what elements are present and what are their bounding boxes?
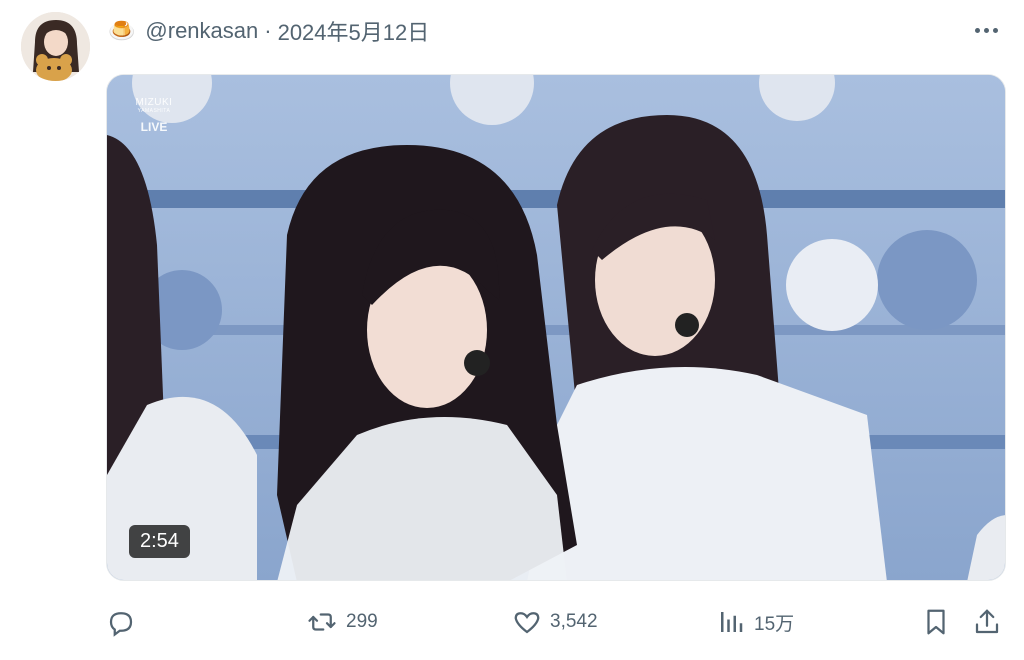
user-handle[interactable]: @renkasan (145, 18, 258, 44)
post-date[interactable]: 2024年5月12日 (278, 15, 430, 47)
watermark-sub: YAMASHITA (137, 108, 171, 114)
views-icon (721, 612, 743, 632)
like-icon (514, 612, 540, 634)
avatar[interactable] (21, 12, 90, 81)
more-options-button[interactable] (970, 16, 1002, 44)
video-player[interactable]: MIZUKI YAMASHITA LIVE 2:54 (106, 74, 1006, 581)
share-icon (975, 609, 999, 634)
tweet-header: 🍮 @renkasan · 2024年5月12日 (108, 14, 429, 48)
video-frame (107, 75, 1005, 580)
bookmark-button[interactable] (921, 604, 951, 640)
more-icon (974, 27, 980, 33)
views-count: 15万 (754, 613, 795, 635)
watermark-live: LIVE (140, 120, 168, 134)
reply-icon (109, 612, 133, 637)
pudding-emoji: 🍮 (108, 18, 136, 43)
avatar-image (21, 12, 90, 81)
watermark-brand: MIZUKI (135, 97, 173, 108)
like-button[interactable]: 3,542 (512, 604, 598, 640)
like-count: 3,542 (550, 611, 598, 632)
retweet-count: 299 (346, 611, 378, 632)
views-button[interactable]: 15万 (716, 604, 794, 640)
video-duration-badge: 2:54 (129, 525, 190, 558)
meta-separator: · (264, 18, 272, 43)
retweet-icon (308, 613, 336, 631)
tweet-actions: 299 3,542 15万 (106, 604, 1006, 640)
reply-button[interactable] (106, 604, 136, 640)
live-watermark: MIZUKI YAMASHITA LIVE (129, 97, 179, 134)
share-button[interactable] (972, 604, 1002, 640)
bookmark-icon (927, 609, 945, 635)
retweet-button[interactable]: 299 (306, 604, 378, 640)
